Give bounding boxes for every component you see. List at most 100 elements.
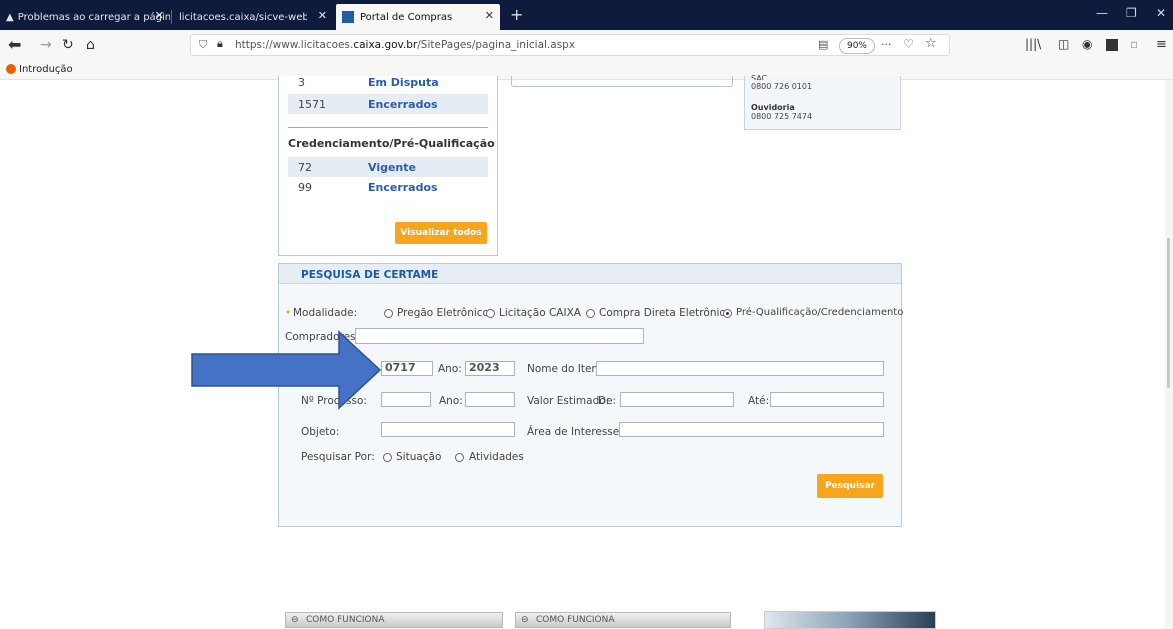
tab-title: Portal de Compras	[360, 11, 453, 23]
close-tab-icon[interactable]: ✕	[485, 9, 494, 22]
ano-label-2: Ano:	[439, 395, 463, 407]
close-tab-icon[interactable]: ✕	[155, 9, 164, 22]
extension-icon[interactable]	[1106, 39, 1118, 51]
nome-item-label: Nome do Item:	[527, 363, 606, 375]
stat-count: 72	[298, 161, 312, 174]
objeto-label: Objeto:	[301, 426, 340, 438]
back-icon[interactable]: ⬅	[8, 35, 21, 54]
numero-input[interactable]: 0717	[381, 361, 433, 376]
tab-title: licitacoes.caixa/sicve-web/private/	[179, 11, 307, 23]
como-funciona-tab-1[interactable]: ⊖ COMO FUNCIONA	[285, 612, 503, 628]
view-all-button[interactable]: Visualizar todos	[395, 222, 487, 244]
pocket-icon[interactable]: ♡	[903, 37, 914, 51]
nome-item-input[interactable]	[596, 361, 884, 376]
url-bar[interactable]: ⛉ 🔒︎ https://www.licitacoes.caixa.gov.br…	[190, 34, 950, 56]
circle-arrow-icon: ⊖	[521, 615, 529, 625]
page-actions-icon[interactable]: ···	[881, 38, 892, 51]
radio-label-atividades[interactable]: Atividades	[469, 451, 524, 463]
promo-image[interactable]	[764, 611, 936, 629]
objeto-input[interactable]	[381, 422, 515, 437]
top-input-box[interactable]	[511, 76, 733, 87]
annotation-arrow	[191, 330, 382, 410]
url-text[interactable]: https://www.licitacoes.caixa.gov.br/Site…	[235, 39, 575, 51]
forward-icon[interactable]: →	[40, 37, 52, 53]
zoom-indicator[interactable]: 90%	[839, 38, 875, 54]
tab-portal-de-compras[interactable]: Portal de Compras ✕	[336, 4, 500, 30]
contact-panel: SAC 0800 726 0101 Ouvidoria 0800 725 747…	[744, 74, 901, 130]
pesquisar-button[interactable]: Pesquisar	[817, 474, 883, 498]
como-funciona-tab-2[interactable]: ⊖ COMO FUNCIONA	[515, 612, 731, 628]
credenciamento-title: Credenciamento/Pré-Qualificação	[288, 137, 495, 150]
radio-label-situacao[interactable]: Situação	[396, 451, 441, 463]
radio-pregao[interactable]	[384, 309, 393, 318]
stat-count: 1571	[298, 98, 326, 111]
ouvidoria-label: Ouvidoria	[751, 103, 795, 112]
search-title: PESQUISA DE CERTAME	[301, 269, 439, 281]
firefox-icon	[6, 64, 16, 74]
close-tab-icon[interactable]: ✕	[318, 9, 327, 22]
lock-icon[interactable]: 🔒︎	[217, 37, 223, 51]
shield-icon[interactable]: ⛉	[199, 38, 207, 52]
stat-row-encerrados-cred: 99 Encerrados	[288, 177, 488, 197]
radio-situacao[interactable]	[383, 453, 392, 462]
tab-sicve[interactable]: licitacoes.caixa/sicve-web/private/ ✕	[173, 4, 333, 30]
account-icon[interactable]: ◉	[1082, 37, 1092, 51]
radio-label-licitacao[interactable]: Licitação CAIXA	[499, 307, 581, 319]
scrollbar-thumb[interactable]	[1167, 238, 1170, 388]
close-window-icon[interactable]: ✕	[1156, 6, 1166, 20]
browser-tab-bar: ▲ Problemas ao carregar a página ✕ licit…	[0, 0, 1173, 30]
minimize-icon[interactable]: —	[1096, 6, 1108, 20]
ouvidoria-phone: 0800 725 7474	[751, 112, 813, 121]
valor-estimado-label: Valor Estimado:	[527, 395, 610, 407]
required-marker: •	[285, 307, 292, 319]
ano-label: Ano:	[438, 363, 462, 375]
compradores-select[interactable]	[355, 328, 644, 344]
caixa-favicon-icon	[342, 11, 354, 23]
stat-link[interactable]: Em Disputa	[368, 76, 439, 89]
valor-de-input[interactable]	[620, 392, 734, 407]
valor-ate-input[interactable]	[770, 392, 884, 407]
stat-count: 3	[298, 76, 305, 89]
stat-link[interactable]: Encerrados	[368, 98, 438, 111]
restore-icon[interactable]: ❐	[1126, 6, 1137, 20]
home-icon[interactable]: ⌂	[86, 37, 95, 53]
menu-icon[interactable]: ≡	[1156, 37, 1167, 52]
sac-phone: 0800 726 0101	[751, 82, 813, 91]
radio-label-compra-direta[interactable]: Compra Direta Eletrônica	[599, 307, 732, 319]
radio-pre-qualificacao[interactable]	[723, 309, 732, 318]
bookmark-introducao[interactable]: Introdução	[19, 64, 73, 75]
extension-2-icon[interactable]: ▫	[1130, 37, 1138, 51]
new-tab-icon[interactable]: +	[510, 5, 523, 24]
divider	[288, 127, 488, 128]
reader-view-icon[interactable]: ▤	[818, 38, 828, 51]
warning-icon: ▲	[6, 11, 14, 23]
library-icon[interactable]: |||\	[1025, 37, 1041, 51]
pesquisar-por-label: Pesquisar Por:	[301, 451, 375, 463]
tab-problemas[interactable]: ▲ Problemas ao carregar a página ✕	[0, 4, 170, 30]
stat-row-em-disputa: 3 Em Disputa	[288, 76, 488, 96]
reload-icon[interactable]: ↻	[62, 37, 74, 53]
ano-input[interactable]: 2023	[465, 361, 515, 376]
processo-input[interactable]	[381, 392, 431, 407]
de-label: De:	[598, 395, 617, 407]
stat-link[interactable]: Vigente	[368, 161, 416, 174]
radio-compra-direta[interactable]	[586, 309, 595, 318]
radio-licitacao[interactable]	[486, 309, 495, 318]
ate-label: Até:	[748, 395, 770, 407]
sac-label: SAC	[751, 74, 768, 80]
stat-link[interactable]: Encerrados	[368, 181, 438, 194]
radio-atividades[interactable]	[455, 453, 464, 462]
radio-label-pre-qualificacao[interactable]: Pré-Qualificação/Credenciamento	[736, 307, 903, 318]
navigation-bar: ⬅ → ↻ ⌂ ⛉ 🔒︎ https://www.licitacoes.caix…	[0, 30, 1173, 63]
circle-arrow-icon: ⊖	[291, 615, 299, 625]
area-interesse-select[interactable]	[619, 422, 884, 437]
stat-row-vigente: 72 Vigente	[288, 157, 488, 177]
como-funciona-label: COMO FUNCIONA	[536, 615, 615, 625]
radio-label-pregao[interactable]: Pregão Eletrônico	[397, 307, 489, 319]
como-funciona-label: COMO FUNCIONA	[306, 615, 385, 625]
sidebar-icon[interactable]: ◫	[1058, 37, 1069, 51]
modalidade-label: Modalidade:	[293, 307, 358, 319]
bookmark-star-icon[interactable]: ☆	[925, 36, 937, 51]
processo-ano-input[interactable]	[465, 392, 515, 407]
tab-title: Problemas ao carregar a página	[17, 11, 170, 23]
